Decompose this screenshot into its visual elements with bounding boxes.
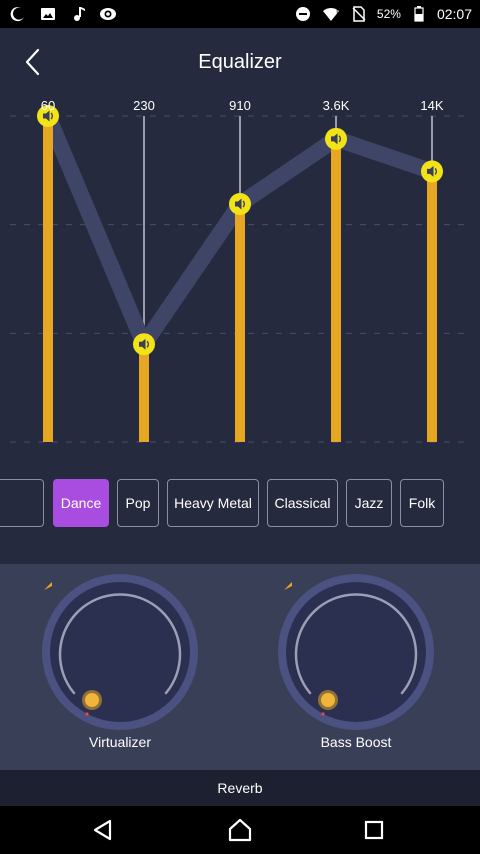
band-bar: [139, 344, 149, 442]
preset-heavy-metal[interactable]: Heavy Metal: [167, 479, 259, 527]
preset-list: Dance Pop Heavy Metal Classical Jazz Fol…: [0, 479, 480, 529]
moon-icon: [8, 4, 28, 24]
band-frequency-label: 3.6K: [323, 98, 350, 113]
bass-boost-dial: [278, 574, 434, 730]
band-handle[interactable]: [229, 193, 251, 216]
band-bar: [427, 171, 437, 443]
wifi-icon: !: [321, 4, 341, 24]
band-bar: [43, 116, 53, 442]
virtualizer-knob[interactable]: [40, 572, 200, 732]
svg-text:!: !: [336, 8, 338, 17]
band-frequency-label: 910: [229, 98, 251, 113]
status-bar: ! 52% 02:07: [0, 0, 480, 28]
nav-bar: [0, 806, 480, 854]
page-title: Equalizer: [198, 51, 282, 73]
preset-classical[interactable]: Classical: [267, 479, 338, 527]
band-frequency-label: 14K: [420, 98, 443, 113]
virtualizer-dial: [42, 574, 198, 730]
nav-back-button[interactable]: [90, 816, 118, 844]
recents-square-icon: [364, 820, 384, 840]
preset-partial[interactable]: [0, 479, 44, 527]
nav-recents-button[interactable]: [360, 816, 388, 844]
battery-percent: 52%: [376, 7, 401, 21]
clock: 02:07: [436, 6, 472, 22]
no-sim-icon: [349, 4, 369, 24]
preset-dance[interactable]: Dance: [53, 479, 109, 527]
status-right-icons: ! 52% 02:07: [293, 4, 472, 24]
band-handle[interactable]: [133, 333, 155, 356]
preset-pop[interactable]: Pop: [117, 479, 159, 527]
image-icon: [38, 4, 58, 24]
music-note-icon: [68, 4, 88, 24]
equalizer-graph: 60 230 910 3.6K 14K: [10, 98, 470, 443]
bass-boost-label: Bass Boost: [320, 734, 392, 750]
nav-home-button[interactable]: [226, 816, 254, 844]
knob-panel: Virtualizer Bass Boost: [0, 564, 480, 770]
band-frequency-label: 230: [133, 98, 155, 113]
reverb-tab[interactable]: Reverb: [0, 770, 480, 806]
band-bar: [235, 204, 245, 442]
battery-icon: [409, 4, 429, 24]
virtualizer-label: Virtualizer: [89, 734, 151, 750]
status-left-icons: [8, 4, 118, 24]
band-handle[interactable]: [325, 127, 347, 150]
equalizer-panel: 60 230 910 3.6K 14K: [0, 94, 480, 454]
home-icon: [228, 818, 252, 842]
band-bar: [331, 138, 341, 442]
dnd-icon: [293, 4, 313, 24]
eye-icon: [98, 4, 118, 24]
band-handle[interactable]: [421, 160, 443, 183]
app-header: Equalizer: [0, 28, 480, 94]
back-triangle-icon: [93, 819, 112, 841]
bass-boost-knob[interactable]: [276, 572, 436, 732]
preset-jazz[interactable]: Jazz: [346, 479, 392, 527]
preset-folk[interactable]: Folk: [400, 479, 444, 527]
band-frequency-label: 60: [41, 98, 55, 113]
